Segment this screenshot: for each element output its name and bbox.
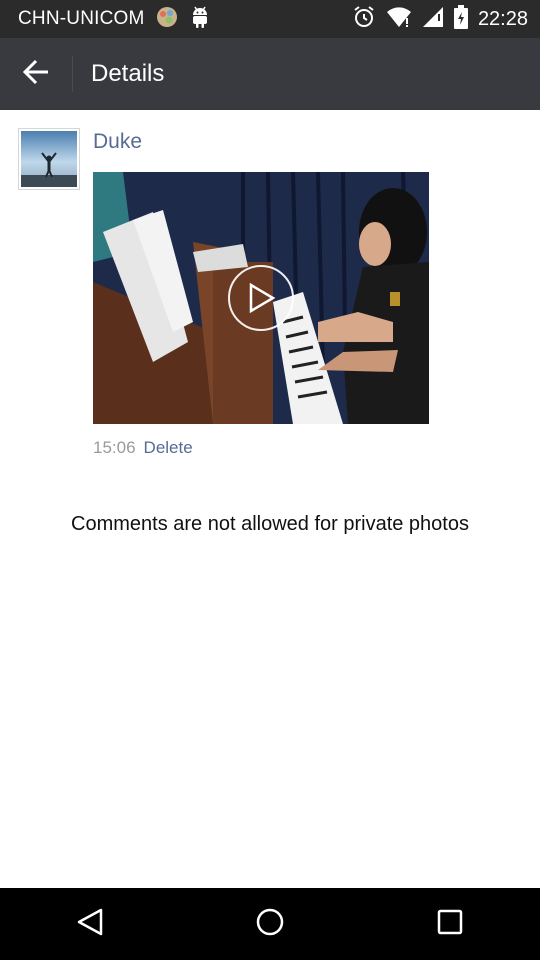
- back-button[interactable]: [0, 38, 72, 110]
- avatar-image: [21, 131, 77, 187]
- play-button[interactable]: [228, 265, 294, 331]
- system-nav-bar: [0, 888, 540, 960]
- video-thumbnail[interactable]: [93, 172, 429, 424]
- post-meta: 15:06 Delete: [93, 438, 193, 458]
- post-time: 15:06: [93, 438, 136, 457]
- title-bar: Details: [0, 38, 540, 110]
- nav-recents-button[interactable]: [420, 894, 480, 954]
- app-notification-icon: [155, 5, 179, 34]
- arrow-left-icon: [22, 58, 50, 91]
- page-title: Details: [91, 60, 165, 87]
- battery-icon: [453, 4, 468, 34]
- play-icon: [247, 283, 275, 313]
- delete-link[interactable]: Delete: [144, 438, 193, 458]
- nav-back-button[interactable]: [60, 894, 120, 954]
- wifi-icon: [386, 6, 412, 33]
- author-name[interactable]: Duke: [93, 130, 142, 154]
- comments-disabled-notice: Comments are not allowed for private pho…: [71, 513, 469, 535]
- android-icon: [189, 5, 211, 34]
- status-time: 22:28: [477, 7, 528, 30]
- signal-icon: [422, 6, 444, 33]
- carrier-name: CHN-UNICOM: [18, 8, 145, 29]
- nav-home-button[interactable]: [240, 894, 300, 954]
- back-triangle-icon: [76, 907, 104, 942]
- avatar[interactable]: [18, 128, 80, 190]
- status-right: 22:28: [352, 4, 528, 34]
- title-divider: [72, 56, 73, 92]
- recents-square-icon: [436, 908, 464, 941]
- status-bar: CHN-UNICOM 22:28: [0, 0, 540, 38]
- detail-content: Duke 15:06 Delete Comments are not allow…: [0, 110, 540, 888]
- home-circle-icon: [255, 907, 285, 942]
- status-left: CHN-UNICOM: [18, 5, 211, 34]
- alarm-icon: [352, 5, 376, 34]
